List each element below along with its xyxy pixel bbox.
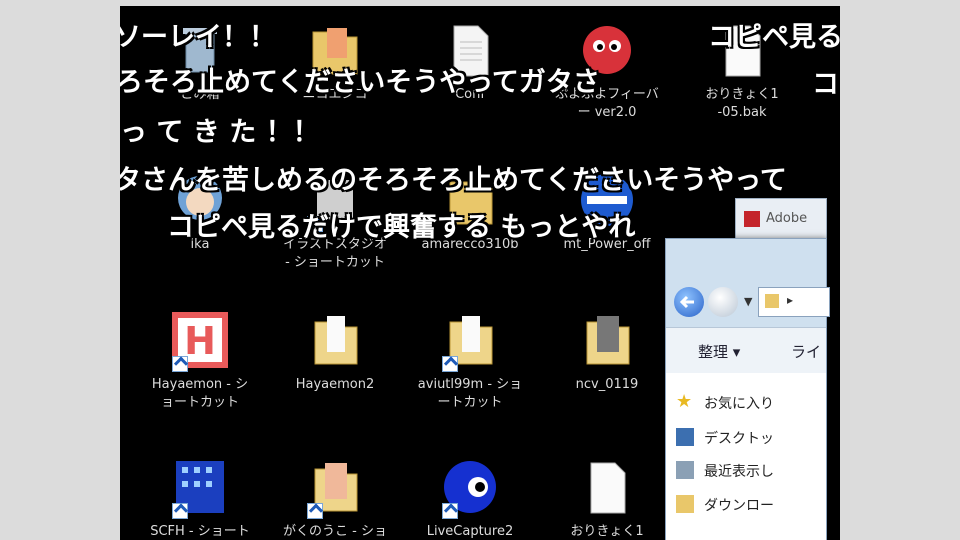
comment-3: ろそろ止めてくださいそうやってガタさ: [120, 67, 600, 98]
shortcut-arrow-icon: [307, 503, 323, 519]
downloads-icon: [676, 495, 694, 513]
folder-icon: [575, 308, 639, 372]
navigation-row: ▼ ▸: [674, 287, 830, 317]
shortcut-arrow-icon: [172, 356, 188, 372]
desktop-icon-gakunouko[interactable]: がくのうこ - ショ: [270, 455, 400, 540]
folder-icon: [438, 308, 502, 372]
navigation-pane: ★ お気に入り デスクトッ 最近表示し ダウンロー: [666, 373, 826, 540]
document-icon: [575, 455, 639, 519]
building-icon: [168, 455, 232, 519]
chevron-right-icon: ▸: [787, 293, 794, 307]
comment-4: コ: [812, 69, 839, 100]
desktop-icon-hayaemon2[interactable]: Hayaemon2: [270, 308, 400, 394]
command-bar: 整理 ▾ ライ: [666, 327, 826, 375]
library-button[interactable]: ライ: [791, 341, 821, 362]
shortcut-arrow-icon: [172, 503, 188, 519]
desktop-icon: [676, 428, 694, 446]
folder-icon: [303, 308, 367, 372]
comment-6: タさんを苦しめるのそろそろ止めてくださいそうやって: [120, 165, 787, 196]
nav-item-downloads[interactable]: ダウンロー: [704, 495, 774, 515]
shortcut-arrow-icon: [442, 356, 458, 372]
comment-7: コピペ見るだけで興奮する もっとやれ: [167, 212, 636, 243]
adobe-window-tab[interactable]: Adobe: [735, 198, 827, 240]
adobe-icon: [744, 211, 760, 227]
address-bar[interactable]: ▸: [758, 287, 830, 317]
desktop-icon-orikyoku[interactable]: おりきょく1: [542, 455, 672, 540]
right-pillarbox: [840, 0, 960, 540]
adobe-tab-label: Adobe: [766, 211, 808, 226]
shortcut-arrow-icon: [442, 503, 458, 519]
nav-item-desktop[interactable]: デスクトッ: [704, 428, 774, 448]
chevron-down-icon[interactable]: ▼: [744, 295, 752, 308]
comment-5: っ て き た ！！: [120, 117, 320, 148]
eyeball-icon: [438, 455, 502, 519]
comment-1: ソーレイ！！: [120, 22, 276, 53]
back-button[interactable]: [674, 287, 704, 317]
explorer-window[interactable]: ▼ ▸ 整理 ▾ ライ ★ お気に入り デスクトッ 最近表示し ダウンロー: [665, 238, 830, 540]
desktop-icon-ncv[interactable]: ncv_0119: [542, 308, 672, 394]
arrow-left-icon: [679, 295, 694, 309]
folder-icon: [765, 294, 779, 308]
comment-2: コピペ見る: [708, 22, 840, 53]
desktop-icon-aviutl[interactable]: aviutl99m - ショ ートカット: [405, 308, 535, 412]
recent-places-icon: [676, 461, 694, 479]
folder-icon: [303, 455, 367, 519]
svg-text:H: H: [184, 319, 216, 363]
hayaemon-icon: H: [168, 308, 232, 372]
desktop-icon-hayaemon-shortcut[interactable]: H Hayaemon - シ ョートカット: [135, 308, 265, 412]
nav-item-recent[interactable]: 最近表示し: [704, 461, 774, 481]
forward-button[interactable]: [708, 287, 738, 317]
desktop-icon-scfh[interactable]: SCFH - ショート: [135, 455, 265, 540]
nav-item-favorites[interactable]: お気に入り: [704, 393, 774, 413]
desktop: ごみ箱 ニコエンコ Conf ぷよぷよフィーバ ー ver2.0 おりきょく1 …: [120, 0, 840, 540]
star-icon: ★: [676, 391, 693, 412]
desktop-icon-livecapture[interactable]: LiveCapture2: [405, 455, 535, 540]
left-pillarbox: [0, 0, 120, 540]
organize-button[interactable]: 整理 ▾: [698, 341, 740, 362]
top-border: [120, 0, 840, 6]
